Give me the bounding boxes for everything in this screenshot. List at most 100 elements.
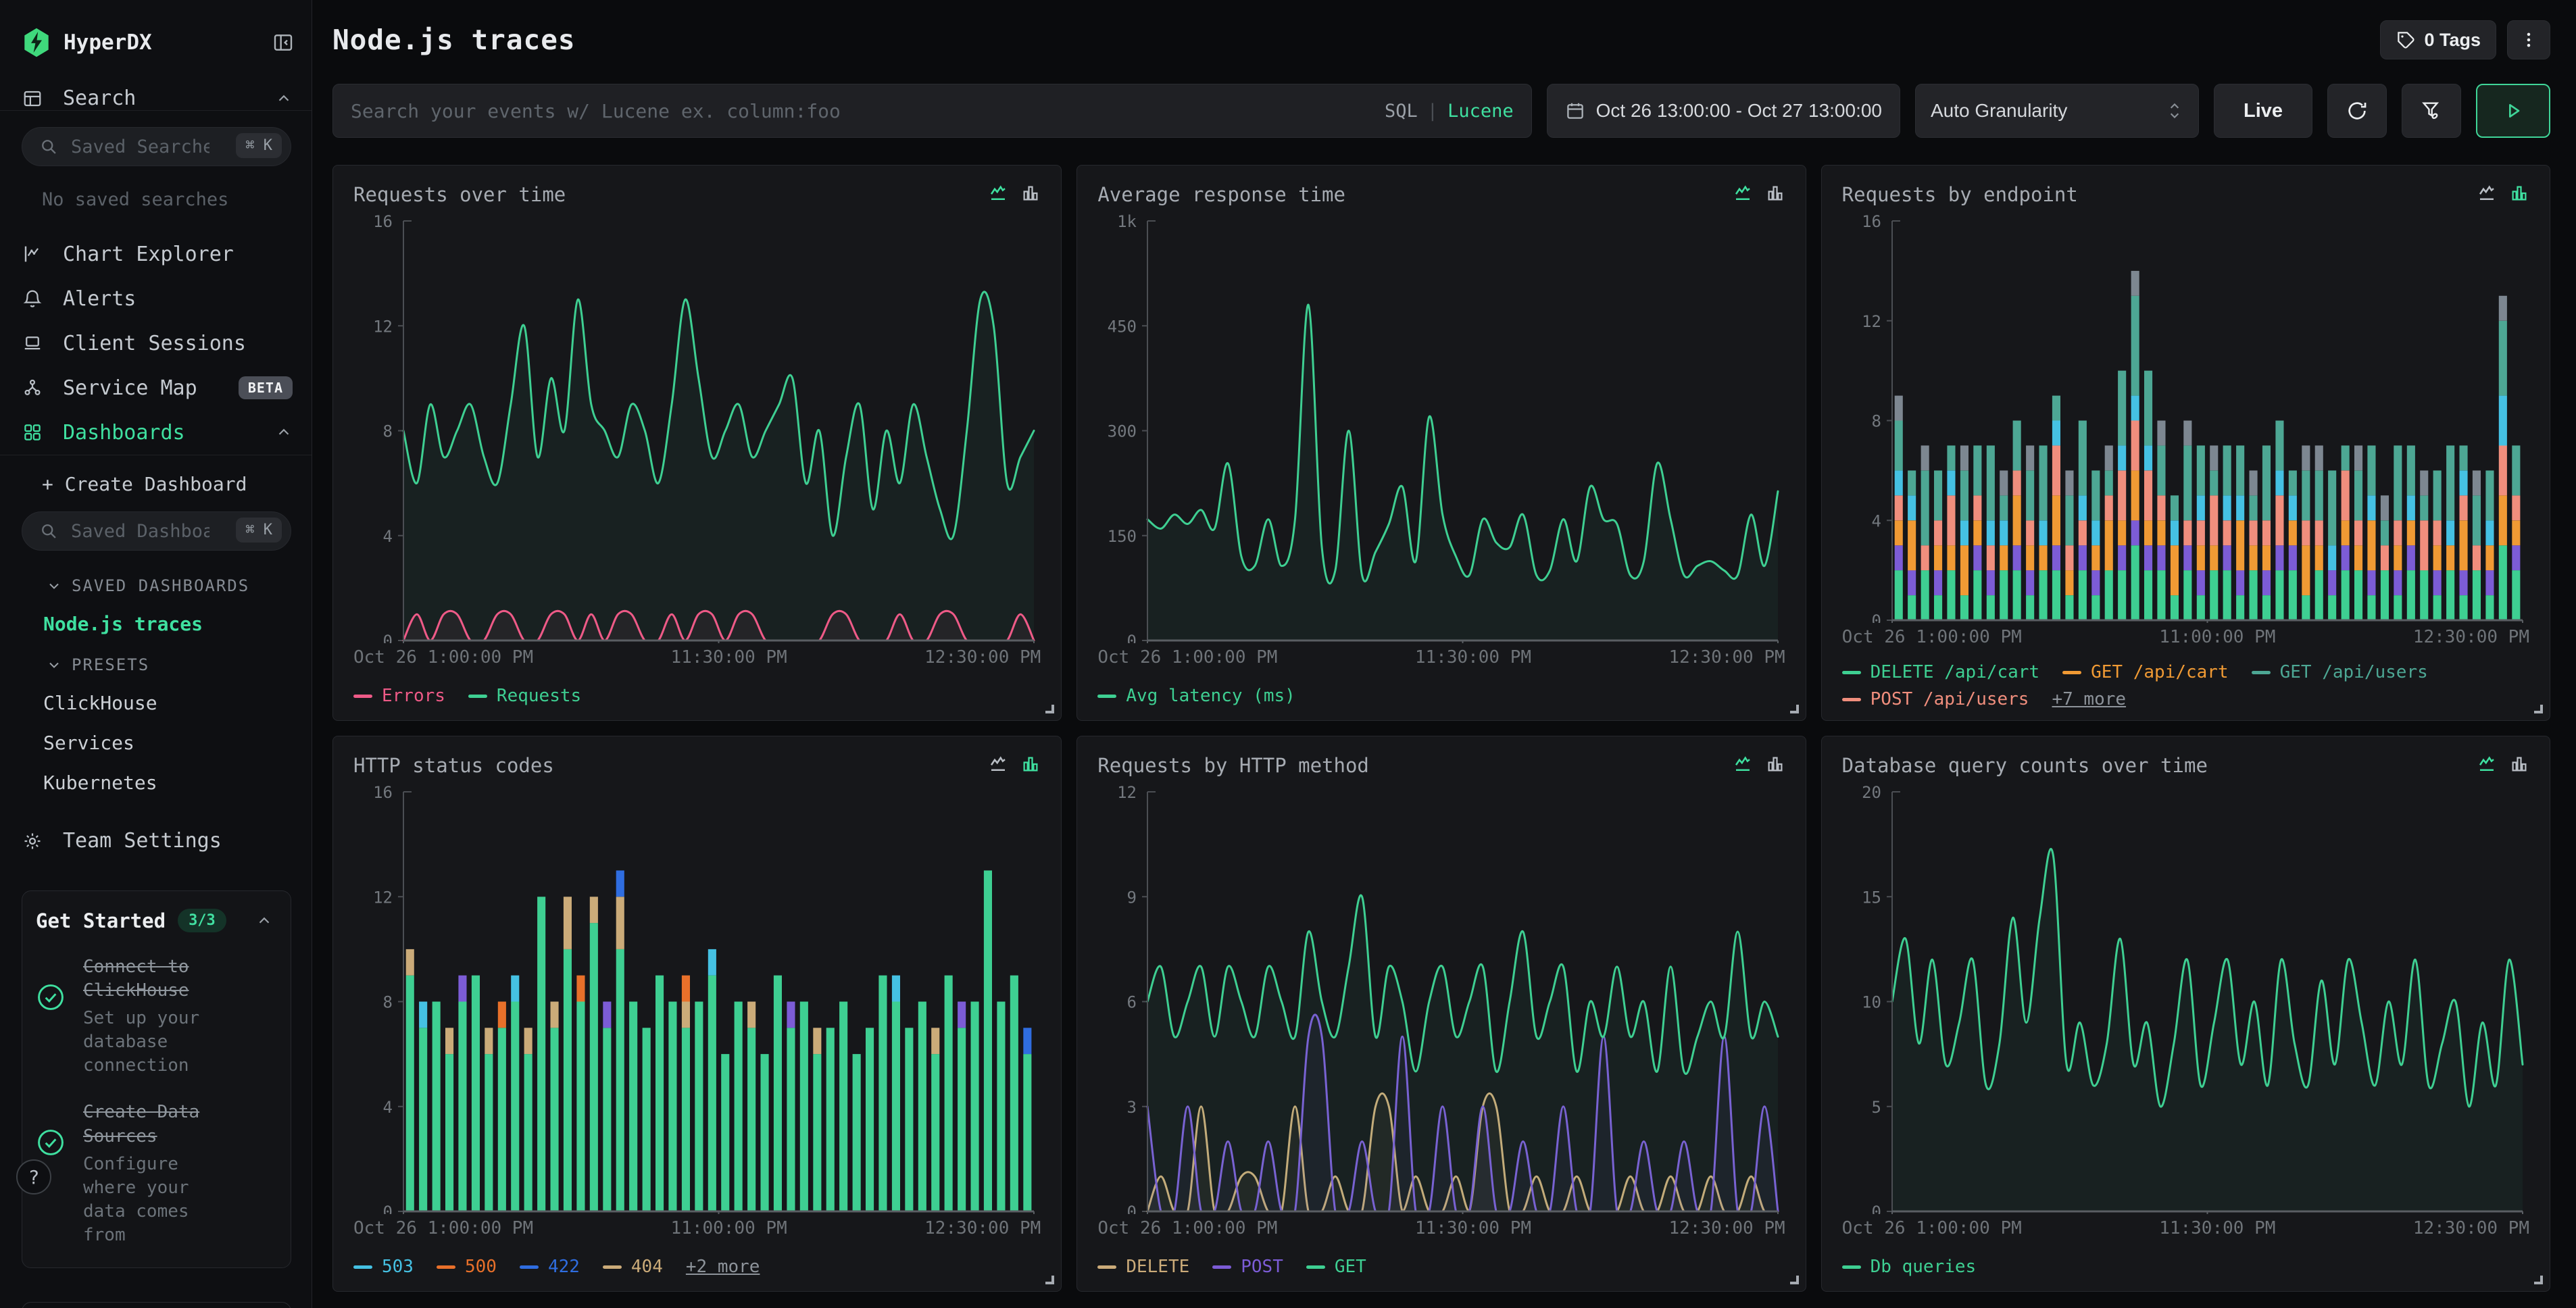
panel-resize-handle[interactable] <box>2534 1276 2543 1284</box>
get-started-item[interactable]: Create Data Sources Configure where your… <box>36 1101 273 1247</box>
legend-entry[interactable]: DELETE <box>1097 1257 1189 1277</box>
legend-entry[interactable]: GET /api/users <box>2252 662 2428 682</box>
question-mark-icon: ? <box>28 1166 40 1188</box>
line-chart-toggle-icon[interactable] <box>1733 183 1753 203</box>
line-chart-toggle-icon[interactable] <box>988 754 1008 774</box>
logo-row: HyperDX <box>0 0 312 58</box>
panel-title: Database query counts over time <box>1842 754 2208 777</box>
preset-item-kubernetes[interactable]: Kubernetes <box>43 772 312 794</box>
sidebar-item-label: Search <box>63 86 275 110</box>
line-chart-toggle-icon[interactable] <box>2477 183 2497 203</box>
legend-swatch <box>1212 1265 1231 1269</box>
tree-header-label: PRESETS <box>72 655 149 674</box>
bar-chart-toggle-icon[interactable] <box>1020 183 1041 203</box>
panel-resize-handle[interactable] <box>1790 1276 1799 1284</box>
chart-legend: DELETE /api/cart GET /api/cart GET /api/us… <box>1842 662 2529 709</box>
svg-text:16: 16 <box>1862 212 1881 231</box>
legend-entry[interactable]: Db queries <box>1842 1257 1977 1277</box>
sidebar-item-service-map[interactable]: Service Map BETA <box>0 366 312 410</box>
event-search-input[interactable] <box>351 100 1385 122</box>
more-options-button[interactable] <box>2507 20 2550 59</box>
sidebar-item-client-sessions[interactable]: Client Sessions <box>0 321 312 366</box>
dashboard-item-nodejs-traces[interactable]: Node.js traces <box>43 613 312 635</box>
saved-searches-search: ⌘ K <box>22 127 291 166</box>
sidebar-item-search[interactable]: Search <box>0 86 312 111</box>
svg-text:8: 8 <box>383 422 393 441</box>
legend-label: Db queries <box>1871 1257 1977 1277</box>
presets-header[interactable]: PRESETS <box>46 655 312 674</box>
sidebar-item-team-settings[interactable]: Team Settings <box>0 829 312 853</box>
svg-text:9: 9 <box>1127 888 1137 907</box>
line-chart-toggle-icon[interactable] <box>1733 754 1753 774</box>
legend-more-link[interactable]: +7 more <box>2052 689 2126 709</box>
legend-swatch <box>1842 698 1861 701</box>
legend-entry[interactable]: Errors <box>353 686 445 706</box>
legend-entry[interactable]: 422 <box>520 1257 580 1277</box>
sidebar-item-dashboards[interactable]: Dashboards <box>0 410 312 455</box>
legend-entry[interactable]: 503 <box>353 1257 414 1277</box>
panel-title: Requests by endpoint <box>1842 183 2078 206</box>
bar-chart-toggle-icon[interactable] <box>1765 183 1785 203</box>
bar-chart-toggle-icon[interactable] <box>1020 754 1041 774</box>
panel-resize-handle[interactable] <box>2534 705 2543 713</box>
svg-text:4: 4 <box>383 1098 393 1117</box>
sidebar: HyperDX Search ⌘ <box>0 0 312 1308</box>
svg-text:0: 0 <box>383 632 393 643</box>
run-query-button[interactable] <box>2476 84 2550 138</box>
sidebar-collapse-icon[interactable] <box>272 32 294 53</box>
network-icon <box>22 378 45 398</box>
tree-header-label: SAVED DASHBOARDS <box>72 576 249 595</box>
preset-item-clickhouse[interactable]: ClickHouse <box>43 692 312 714</box>
panel-resize-handle[interactable] <box>1045 705 1054 713</box>
bar-chart-toggle-icon[interactable] <box>1765 754 1785 774</box>
sidebar-item-alerts[interactable]: Alerts <box>0 276 312 321</box>
lucene-toggle[interactable]: Lucene <box>1447 101 1514 122</box>
legend-entry[interactable]: POST /api/users <box>1842 689 2029 709</box>
legend-more-link[interactable]: +2 more <box>686 1257 760 1277</box>
preset-item-services[interactable]: Services <box>43 732 312 754</box>
panel-resize-handle[interactable] <box>1045 1276 1054 1284</box>
bar-chart-toggle-icon[interactable] <box>2509 183 2529 203</box>
line-chart-toggle-icon[interactable] <box>988 183 1008 203</box>
chevron-up-icon[interactable] <box>255 912 273 930</box>
legend-label: 500 <box>465 1257 497 1277</box>
hyperdx-logo-icon <box>22 27 51 58</box>
chart-legend: 503 500 422 404 +2 more <box>353 1253 1041 1280</box>
legend-label: GET /api/cart <box>2091 662 2229 682</box>
chart-legend: Db queries <box>1842 1253 2529 1280</box>
no-saved-searches-text: No saved searches <box>42 189 312 210</box>
svg-text:20: 20 <box>1862 783 1881 802</box>
legend-entry[interactable]: 404 <box>603 1257 663 1277</box>
line-chart-toggle-icon[interactable] <box>2477 754 2497 774</box>
get-started-item[interactable]: Connect to ClickHouse Set up your databa… <box>36 955 273 1078</box>
help-button[interactable]: ? <box>16 1159 51 1194</box>
granularity-select[interactable]: Auto Granularity <box>1915 84 2199 138</box>
filter-button[interactable] <box>2402 84 2461 138</box>
calendar-icon <box>1565 101 1585 121</box>
legend-entry[interactable]: Avg latency (ms) <box>1097 686 1295 706</box>
user-account-card[interactable]: D dominic.tran@c… dominic.tran@cli… <box>22 1302 291 1308</box>
kebab-icon <box>2519 30 2539 50</box>
legend-entry[interactable]: Requests <box>468 686 581 706</box>
legend-label: Requests <box>497 686 581 706</box>
date-range-picker[interactable]: Oct 26 13:00:00 - Oct 27 13:00:00 <box>1547 84 1900 138</box>
live-button[interactable]: Live <box>2214 84 2312 138</box>
saved-dashboards-header[interactable]: SAVED DASHBOARDS <box>46 576 312 595</box>
create-dashboard-button[interactable]: + Create Dashboard <box>0 455 312 499</box>
legend-entry[interactable]: 500 <box>437 1257 497 1277</box>
legend-entry[interactable]: POST <box>1212 1257 1283 1277</box>
legend-entry[interactable]: GET <box>1306 1257 1366 1277</box>
search-icon <box>39 137 58 159</box>
chart-plot: 1612840 <box>1842 211 2529 623</box>
bar-chart-toggle-icon[interactable] <box>2509 754 2529 774</box>
sql-toggle[interactable]: SQL <box>1385 101 1418 122</box>
legend-entry[interactable]: GET /api/cart <box>2062 662 2229 682</box>
tags-button[interactable]: 0 Tags <box>2380 20 2496 59</box>
svg-text:10: 10 <box>1862 993 1881 1012</box>
svg-text:0: 0 <box>1871 611 1881 623</box>
refresh-button[interactable] <box>2327 84 2387 138</box>
panel-resize-handle[interactable] <box>1790 705 1799 713</box>
sidebar-item-chart-explorer[interactable]: Chart Explorer <box>0 232 312 276</box>
svg-text:12: 12 <box>1117 783 1137 802</box>
legend-entry[interactable]: DELETE /api/cart <box>1842 662 2039 682</box>
